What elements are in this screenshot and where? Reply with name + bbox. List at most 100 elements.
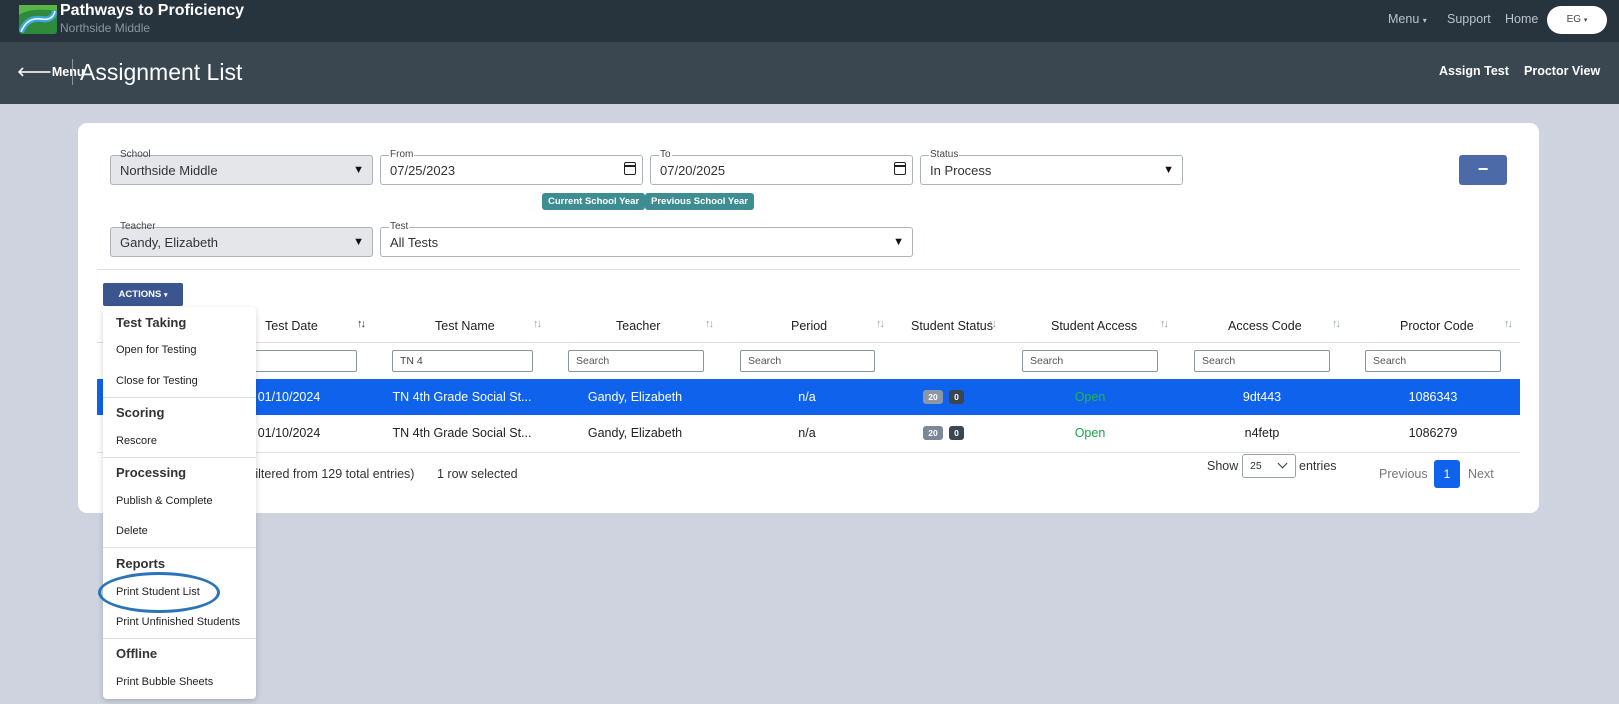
- table-row[interactable]: 01/10/2024 TN 4th Grade Social St... Gan…: [97, 415, 1520, 451]
- status-value: In Process: [930, 163, 992, 178]
- cell-teacher: Gandy, Elizabeth: [587, 426, 683, 440]
- show-label: Show: [1207, 459, 1239, 473]
- nav-menu-dropdown[interactable]: Menu ▾: [1388, 12, 1427, 26]
- status-label: Status: [929, 149, 960, 161]
- col-header-access-code[interactable]: Access Code: [1228, 319, 1302, 333]
- search-proctor-code[interactable]: Search: [1365, 350, 1501, 372]
- cell-access-code: n4fetp: [1244, 426, 1280, 440]
- from-label: From: [389, 149, 415, 161]
- sort-icon[interactable]: ↑↓: [1160, 318, 1169, 330]
- highlight-circle: [98, 572, 220, 613]
- actions-menu: Test Taking Open for Testing Close for T…: [103, 307, 256, 699]
- status-badge-total: 20: [923, 390, 943, 404]
- sort-icon[interactable]: ↑↓: [1332, 318, 1341, 330]
- menu-item-delete[interactable]: Delete: [116, 525, 148, 537]
- search-student-access[interactable]: Search: [1022, 350, 1158, 372]
- user-menu-button[interactable]: EG ▾: [1547, 6, 1607, 34]
- previous-page-button[interactable]: Previous: [1379, 467, 1428, 481]
- menu-heading-offline: Offline: [116, 646, 158, 661]
- search-teacher[interactable]: Search: [568, 350, 704, 372]
- cell-proctor-code: 1086343: [1408, 390, 1458, 404]
- test-value: All Tests: [390, 235, 439, 250]
- menu-item-open-for-testing[interactable]: Open for Testing: [116, 344, 197, 356]
- col-header-period[interactable]: Period: [791, 319, 827, 333]
- back-menu-button[interactable]: 🡐Menu: [17, 64, 85, 80]
- school-value: Northside Middle: [120, 163, 218, 178]
- entries-select[interactable]: 25: [1242, 454, 1296, 478]
- cell-test-name: TN 4th Grade Social St...: [392, 390, 532, 404]
- search-period[interactable]: Search: [740, 350, 875, 372]
- caret-down-icon: ▾: [163, 292, 168, 299]
- cell-student-access: Open: [1074, 390, 1106, 404]
- cell-period: n/a: [798, 390, 816, 404]
- arrow-left-icon: 🡐: [17, 64, 52, 79]
- menu-divider: [103, 638, 256, 639]
- sort-icon[interactable]: ↑↓: [1504, 318, 1513, 330]
- search-access-code[interactable]: Search: [1194, 350, 1330, 372]
- cell-test-date: 01/10/2024: [257, 426, 321, 440]
- menu-item-print-unfinished-students[interactable]: Print Unfinished Students: [116, 616, 240, 628]
- search-test-name[interactable]: TN 4: [392, 350, 533, 372]
- app-title: Pathways to Proficiency: [60, 2, 245, 19]
- proctor-view-link[interactable]: Proctor View: [1524, 64, 1600, 78]
- test-select[interactable]: Test All Tests ▼: [380, 221, 913, 257]
- actions-dropdown-button[interactable]: ACTIONS ▾: [103, 283, 183, 306]
- col-header-test-date[interactable]: Test Date: [265, 319, 318, 333]
- col-header-teacher[interactable]: Teacher: [616, 319, 660, 333]
- to-date-input[interactable]: To 07/20/2025: [650, 149, 913, 185]
- sort-desc-icon[interactable]: ↑↓: [357, 318, 366, 330]
- entries-label: entries: [1299, 459, 1337, 473]
- test-label: Test: [389, 221, 410, 233]
- teacher-select[interactable]: Teacher Gandy, Elizabeth ▼: [110, 221, 373, 257]
- status-badge-total: 20: [923, 426, 943, 440]
- top-navbar: Pathways to Proficiency Northside Middle…: [0, 0, 1619, 42]
- cell-test-name: TN 4th Grade Social St...: [392, 426, 532, 440]
- page-1-button[interactable]: 1: [1434, 460, 1460, 488]
- menu-item-publish-complete[interactable]: Publish & Complete: [116, 495, 213, 507]
- menu-item-rescore[interactable]: Rescore: [116, 435, 157, 447]
- calendar-icon[interactable]: [894, 162, 906, 175]
- to-label: To: [659, 149, 672, 161]
- calendar-icon[interactable]: [624, 162, 636, 175]
- menu-heading-processing: Processing: [116, 465, 187, 480]
- dropdown-arrow-icon: ▼: [1163, 164, 1174, 176]
- cell-test-date: 01/10/2024: [257, 390, 321, 404]
- col-header-student-status[interactable]: Student Status: [911, 319, 993, 333]
- sort-icon[interactable]: ↑↓: [705, 318, 714, 330]
- header-divider-line: [97, 342, 1520, 343]
- menu-item-print-bubble-sheets[interactable]: Print Bubble Sheets: [116, 676, 213, 688]
- to-value: 07/20/2025: [660, 163, 726, 178]
- from-date-input[interactable]: From 07/25/2023: [380, 149, 643, 185]
- menu-divider: [103, 457, 256, 458]
- status-badge-count: 0: [949, 426, 964, 440]
- cell-teacher: Gandy, Elizabeth: [587, 390, 683, 404]
- sort-icon[interactable]: ↑↓: [533, 318, 542, 330]
- current-school-year-button[interactable]: Current School Year: [542, 193, 646, 210]
- col-header-proctor-code[interactable]: Proctor Code: [1400, 319, 1474, 333]
- table-info: s (filtered from 129 total entries): [238, 467, 415, 481]
- sort-icon[interactable]: ↑↓: [876, 318, 885, 330]
- assign-test-link[interactable]: Assign Test: [1439, 64, 1509, 78]
- cell-access-code: 9dt443: [1242, 390, 1282, 404]
- col-header-student-access[interactable]: Student Access: [1051, 319, 1137, 333]
- menu-item-close-for-testing[interactable]: Close for Testing: [116, 375, 198, 387]
- previous-school-year-button[interactable]: Previous School Year: [645, 193, 754, 210]
- nav-support[interactable]: Support: [1447, 12, 1491, 26]
- col-header-test-name[interactable]: Test Name: [435, 319, 495, 333]
- table-bottom-line: [97, 452, 1520, 453]
- menu-heading-reports: Reports: [116, 556, 166, 571]
- next-page-button[interactable]: Next: [1468, 467, 1494, 481]
- sort-icon[interactable]: ↑↓: [988, 318, 997, 330]
- page-header: 🡐Menu Assignment List Assign Test Procto…: [0, 42, 1619, 104]
- school-select[interactable]: School Northside Middle ▼: [110, 149, 373, 185]
- teacher-value: Gandy, Elizabeth: [120, 235, 219, 250]
- dropdown-arrow-icon: ▼: [353, 236, 364, 248]
- school-label: School: [120, 149, 151, 160]
- cell-proctor-code: 1086279: [1408, 426, 1458, 440]
- nav-home[interactable]: Home: [1505, 12, 1538, 26]
- dropdown-arrow-icon: ▼: [353, 164, 364, 176]
- collapse-filters-button[interactable]: −: [1459, 155, 1507, 185]
- menu-divider: [103, 397, 256, 398]
- status-select[interactable]: Status In Process ▼: [920, 149, 1183, 185]
- table-row-selected[interactable]: 01/10/2024 TN 4th Grade Social St... Gan…: [97, 379, 1520, 415]
